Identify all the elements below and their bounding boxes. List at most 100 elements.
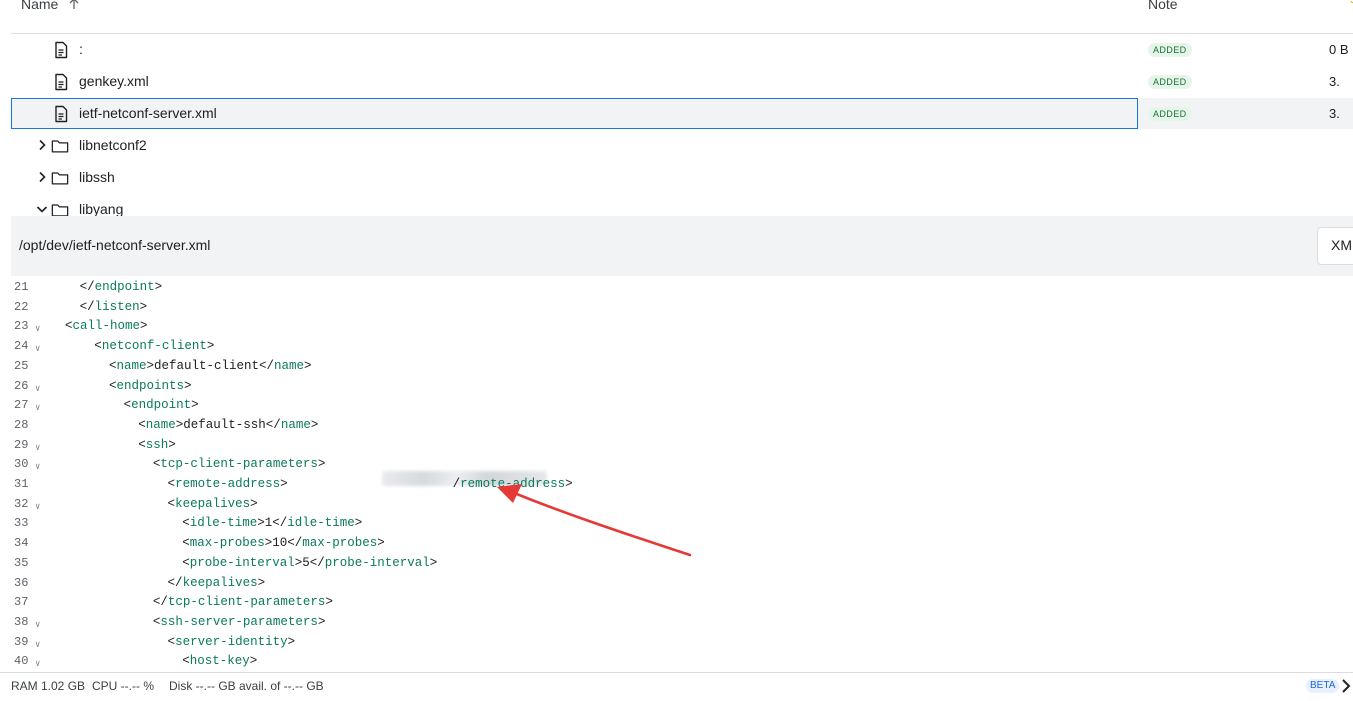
line-number: 35 [14,555,29,570]
code-text: <ssh-server-parameters> [153,613,326,633]
xml-tag-name: ssh-server-parameters [160,614,318,629]
code-line[interactable]: 26 ∨ <endpoints> [11,377,1353,397]
xml-text: > [257,575,266,590]
file-size: 3. [1329,106,1340,121]
code-line[interactable]: 39 ∨ <server-identity> [11,633,1353,653]
line-number: 30 [14,457,29,472]
code-line[interactable]: 29 ∨ <ssh> [11,436,1353,456]
code-text: <name>default-ssh</name> [138,416,318,436]
file-path: /opt/dev/ietf-netconf-server.xml [19,237,211,253]
xml-text: < [167,477,176,491]
xml-text: </ [152,595,168,610]
code-text: <endpoints> [109,377,192,397]
code-line[interactable]: 33 <idle-time>1</idle-time> [11,514,1353,534]
xml-text: > [250,496,258,511]
code-text: <max-probes>10</max-probes> [182,534,385,554]
xml-text: < [182,516,190,531]
code-line[interactable]: 31 <remote-address> /remote-address> [11,475,1353,495]
line-number: 36 [14,575,29,590]
xml-tag-name: endpoint [94,280,155,294]
line-number: 24 [14,339,29,354]
folder-row[interactable]: libssh [11,162,1353,193]
code-line[interactable]: 35 <probe-interval>5</probe-interval> [11,554,1353,574]
file-icon [55,105,68,123]
code-text: <keepalives> [168,495,258,515]
chevron-down-icon[interactable] [36,203,48,215]
xml-text: > [191,398,199,413]
code-line[interactable]: 24 ∨ <netconf-client> [11,337,1353,357]
xml-text: > [139,299,148,314]
xml-text: > [310,417,319,432]
xml-text: < [182,555,190,570]
code-line[interactable]: 23 ∨ <call-home> [11,317,1353,337]
code-text: <host-key> [182,652,257,672]
code-text: </listen> [80,298,148,318]
name-column-header[interactable]: Name [21,0,58,12]
xml-text: > / [280,477,461,491]
file-row-selected[interactable]: ietf-netconf-server.xml ADDED 3. [11,98,1353,129]
folder-row[interactable]: libnetconf2 [11,130,1353,161]
xml-text: >5</ [294,555,325,570]
xml-text: < [94,339,102,354]
xml-text: < [138,417,146,432]
xml-tag-name: name [116,358,147,373]
file-size: 0 B [1329,42,1349,57]
code-line[interactable]: 28 <name>default-ssh</name> [11,416,1353,436]
xml-text: < [65,319,73,334]
code-line[interactable]: 27 ∨ <endpoint> [11,396,1353,416]
code-text: <netconf-client> [94,337,214,357]
code-line[interactable]: 30 ∨ <tcp-client-parameters> [11,455,1353,475]
folder-row[interactable]: libyang [11,194,1353,216]
code-text: </tcp-client-parameters> [153,593,333,613]
chevron-right-icon[interactable] [36,139,48,151]
xml-text: > [304,358,312,373]
line-number: 37 [14,595,29,610]
xml-tag-name: call-home [72,319,141,334]
language-button[interactable]: XM [1317,227,1353,265]
file-row[interactable]: : ADDED 0 B [11,34,1353,65]
xml-text: > [168,437,176,452]
xml-text: >default-ssh</ [175,417,281,432]
code-line[interactable]: 34 <max-probes>10</max-probes> [11,534,1353,554]
xml-tag-name: keepalives [175,496,251,511]
status-badge: ADDED [1148,107,1192,121]
code-line[interactable]: 40 ∨ <host-key> [11,652,1353,672]
code-text: <server-identity> [168,633,296,653]
code-line[interactable]: 22 </listen> [11,298,1353,318]
xml-tag-name: max-probes [189,536,265,551]
xml-tag-name: host-key [189,654,250,669]
xml-tag-name: server-identity [175,634,288,649]
code-text: <tcp-client-parameters> [153,455,326,475]
sort-ascending-icon[interactable] [67,0,81,11]
xml-text: > [249,654,258,669]
code-text: </keepalives> [168,574,266,594]
fold-chevron-icon[interactable]: ∨ [35,655,40,672]
line-number: 39 [14,634,29,649]
xml-text: < [138,437,146,452]
xml-text: > [206,339,215,354]
xml-tag-name: listen [94,299,140,314]
line-number: 25 [14,358,29,373]
file-row[interactable]: genkey.xml ADDED 3. [11,66,1353,97]
xml-tag-name: endpoints [116,378,184,393]
code-line[interactable]: 37 </tcp-client-parameters> [11,593,1353,613]
xml-text: > [287,634,296,649]
xml-tag-name: idle-time [189,516,258,531]
code-line[interactable]: 38 ∨ <ssh-server-parameters> [11,613,1353,633]
file-name: ietf-netconf-server.xml [79,105,217,121]
xml-tag-name: name [145,417,176,432]
code-line[interactable]: 36 </keepalives> [11,574,1353,594]
line-number: 27 [14,398,29,413]
code-editor[interactable]: 21 </endpoint> 22 </listen> 23 ∨ <call-home> 24… [11,276,1353,672]
xml-tag-name: idle-time [287,516,355,531]
code-line[interactable]: 21 </endpoint> [11,278,1353,298]
xml-text: > [154,280,163,294]
code-line[interactable]: 32 ∨ <keepalives> [11,495,1353,515]
chevron-right-icon[interactable] [36,171,48,183]
code-line[interactable]: 25 <name>default-client</name> [11,357,1353,377]
chevron-right-icon[interactable] [1340,678,1352,694]
disk-usage: Disk --.-- GB avail. of --.-- GB [169,679,324,693]
note-column-header[interactable]: Note [1148,0,1178,12]
code-text: <ssh> [138,436,176,456]
editor-header: /opt/dev/ietf-netconf-server.xml XM [11,216,1353,276]
